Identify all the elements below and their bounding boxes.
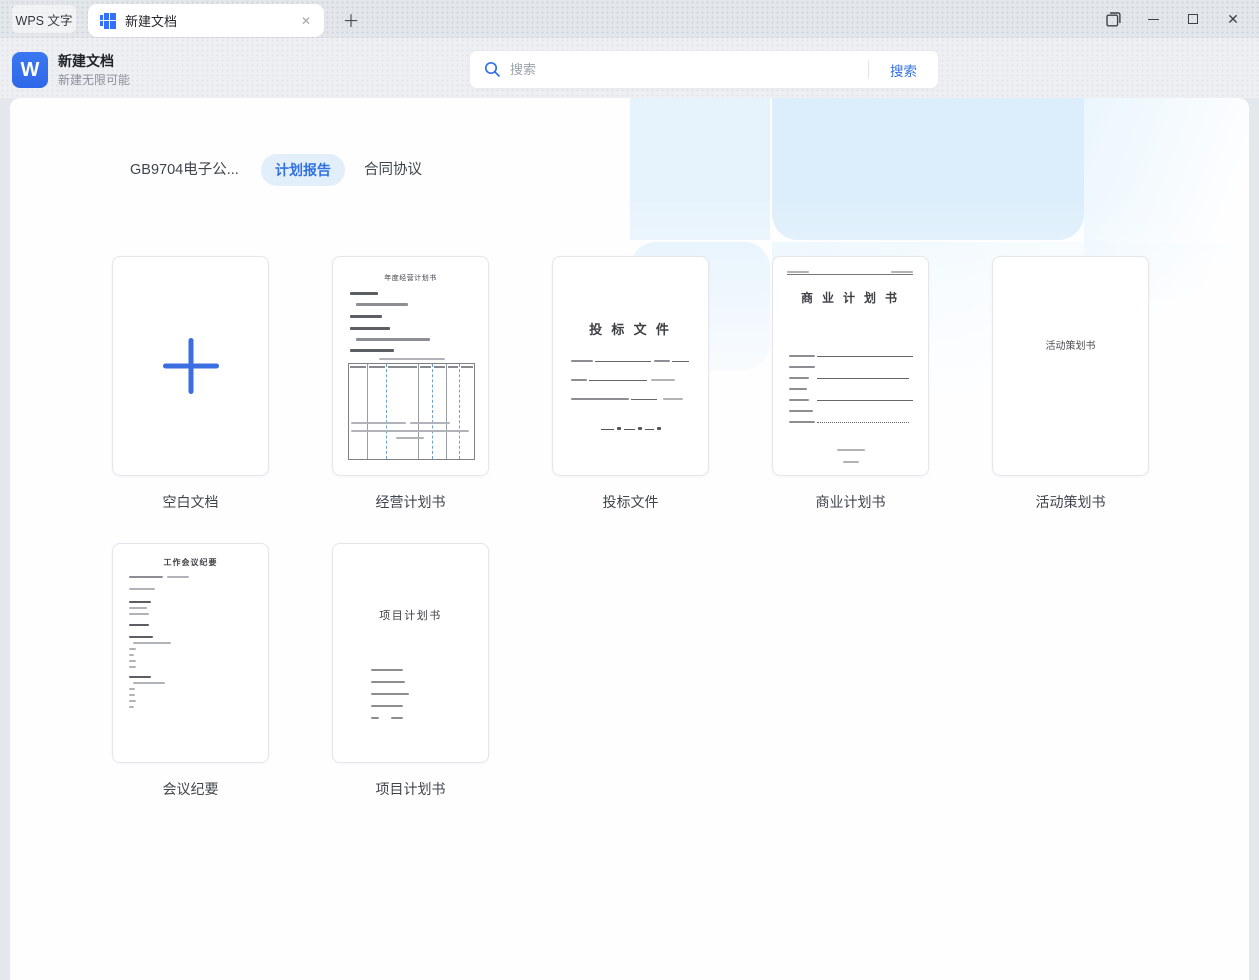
template-label: 商业计划书 <box>815 494 886 510</box>
template-label: 经营计划书 <box>375 494 446 510</box>
header: W 新建文档 新建无限可能 搜索 <box>0 38 1259 98</box>
template-label: 项目计划书 <box>375 781 446 797</box>
template-label: 空白文档 <box>162 494 219 510</box>
template-thumbnail: 商 业 计 划 书 <box>772 256 929 476</box>
minimize-button[interactable] <box>1133 0 1173 38</box>
template-label: 会议纪要 <box>162 781 219 797</box>
close-button[interactable]: ✕ <box>1213 0 1253 38</box>
template-label: 活动策划书 <box>1035 494 1106 510</box>
template-thumbnail: 工作会议纪要 <box>112 543 269 763</box>
search-bar: 搜索 <box>470 51 938 88</box>
category-gb9704[interactable]: GB9704电子公... <box>130 154 239 186</box>
template-thumbnail: 年度经营计划书 <box>332 256 489 476</box>
category-plan-report[interactable]: 计划报告 <box>261 154 345 186</box>
template-thumbnail: 项目计划书 <box>332 543 489 763</box>
minimize-icon <box>1147 18 1159 20</box>
category-tabs: GB9704电子公... 计划报告 合同协议 <box>10 154 1249 186</box>
maximize-button[interactable] <box>1173 0 1213 38</box>
new-tab-button[interactable]: ＋ <box>340 8 362 31</box>
template-card-business-plan[interactable]: 商 业 计 划 书 商业计划书 <box>772 256 929 512</box>
search-input[interactable] <box>510 51 868 88</box>
window-controls: ✕ <box>1093 0 1253 38</box>
tab-title: 新建文档 <box>125 14 178 29</box>
tab-list-icon[interactable] <box>1093 0 1133 38</box>
titlebar: WPS 文字 新建文档 ✕ ＋ ✕ <box>0 0 1259 38</box>
template-label: 投标文件 <box>602 494 659 510</box>
maximize-icon <box>1188 14 1198 24</box>
search-button[interactable]: 搜索 <box>869 60 938 80</box>
template-thumbnail: 活动策划书 <box>992 256 1149 476</box>
page-subtitle: 新建无限可能 <box>58 73 131 87</box>
template-card-bid-document[interactable]: 投 标 文 件 投标文件 <box>552 256 709 512</box>
writer-app-logo: W <box>12 52 48 88</box>
category-contract[interactable]: 合同协议 <box>364 154 422 186</box>
app-menu-button[interactable]: WPS 文字 <box>12 5 76 33</box>
tab-close-icon[interactable]: ✕ <box>296 11 316 31</box>
close-icon: ✕ <box>1227 10 1239 27</box>
thumbnail-table <box>348 363 475 460</box>
template-panel: GB9704电子公... 计划报告 合同协议 空白文档 年度经营计划书 经营计划… <box>10 98 1249 980</box>
wps-new-document-window: WPS 文字 新建文档 ✕ ＋ ✕ W 新建文档 新建无限可能 搜索 搜索 GB… <box>0 0 1259 980</box>
template-card-meeting-minutes[interactable]: 工作会议纪要 会议纪要 <box>112 543 269 799</box>
template-card-project-plan[interactable]: 项目计划书 项目计划书 <box>332 543 489 799</box>
wps-grid-logo-icon <box>100 12 116 29</box>
thumbnail-date-line <box>601 427 664 430</box>
page-title: 新建文档 <box>58 53 114 69</box>
tab-new-document[interactable]: 新建文档 ✕ <box>88 4 324 37</box>
template-thumbnail: 投 标 文 件 <box>552 256 709 476</box>
template-card-blank[interactable]: 空白文档 <box>112 256 269 512</box>
template-card-event-plan[interactable]: 活动策划书 活动策划书 <box>992 256 1149 512</box>
plus-icon <box>163 338 219 394</box>
search-icon <box>484 61 501 78</box>
template-card-business-operation-plan[interactable]: 年度经营计划书 经营计划书 <box>332 256 489 512</box>
